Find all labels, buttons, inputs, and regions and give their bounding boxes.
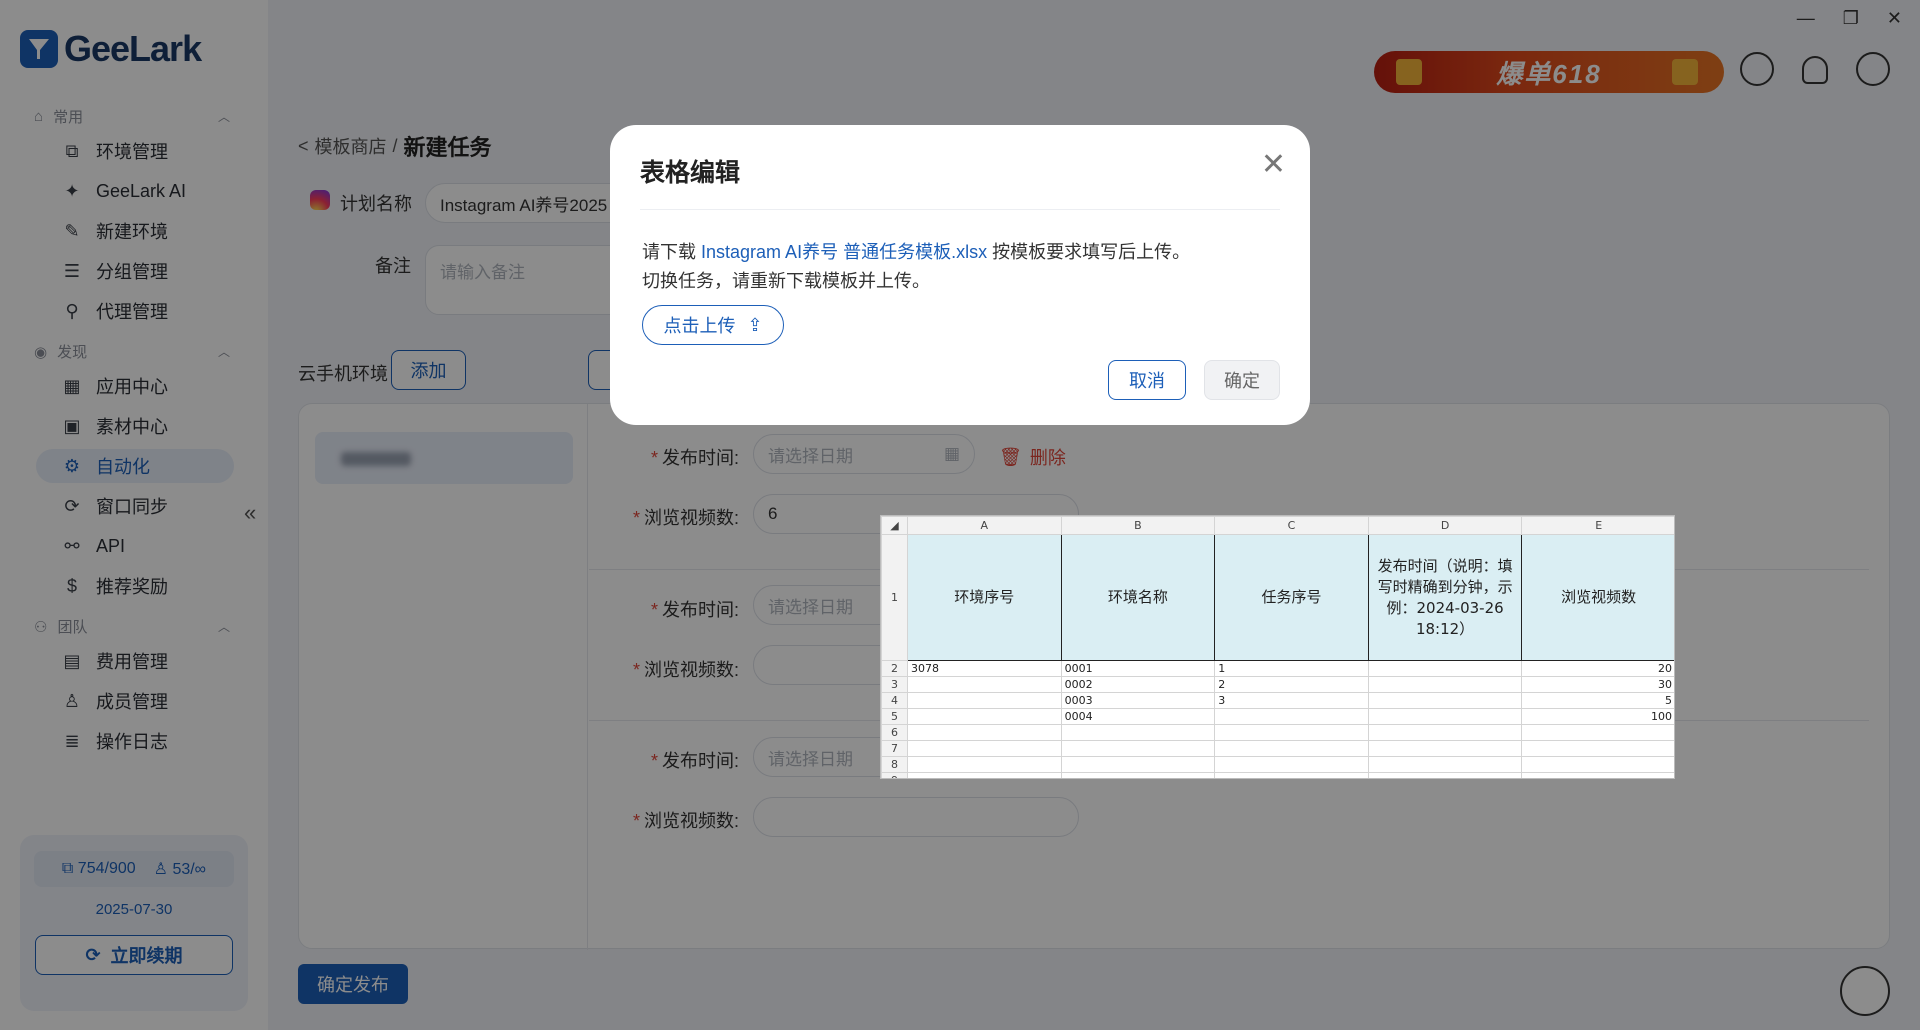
column-header: E: [1521, 516, 1674, 535]
row-number: 6: [881, 724, 908, 741]
cell: 20: [1521, 660, 1674, 677]
download-instruction: 请下载 Instagram AI养号 普通任务模板.xlsx 按模板要求填写后上…: [642, 238, 1190, 264]
cell: [907, 708, 1062, 725]
cell: [1367, 772, 1523, 778]
divider: [640, 209, 1280, 210]
row-number: 5: [881, 708, 908, 725]
cell: [1367, 756, 1523, 773]
table-row: 4 0003 3 5: [881, 692, 1674, 709]
cell: 100: [1521, 708, 1674, 725]
cell: 0004: [1060, 708, 1216, 725]
upload-button[interactable]: 点击上传 ⇪: [642, 305, 784, 345]
cell: [1367, 660, 1523, 677]
cell: 0001: [1060, 660, 1216, 677]
cell: [1367, 724, 1523, 741]
cell: [1214, 724, 1369, 741]
row-number: 9: [881, 772, 908, 778]
cell: [1214, 772, 1369, 778]
cell: [1060, 740, 1216, 757]
column-header: A: [907, 516, 1062, 535]
header-cell: 发布时间（说明：填写时精确到分钟，示例：2024-03-26 18:12）: [1367, 534, 1523, 661]
cell: [907, 772, 1062, 778]
upload-icon: ⇪: [747, 314, 763, 335]
cell: 0003: [1060, 692, 1216, 709]
cell: [1214, 740, 1369, 757]
row-number: 4: [881, 692, 908, 709]
close-icon[interactable]: ✕: [1261, 147, 1286, 182]
cell: 5: [1521, 692, 1674, 709]
cell: [1214, 708, 1369, 725]
table-row: 9: [881, 772, 1674, 778]
cell: [1521, 756, 1674, 773]
instruction-prefix: 请下载: [642, 242, 696, 262]
cell: [907, 676, 1062, 693]
header-cell: 环境名称: [1060, 534, 1216, 661]
cell: 3078: [907, 660, 1062, 677]
cell: [1060, 772, 1216, 778]
switch-task-hint: 切换任务，请重新下载模板并上传。: [642, 271, 930, 291]
table-row: 7: [881, 740, 1674, 757]
cell: [1367, 692, 1523, 709]
cell: [1060, 756, 1216, 773]
cell: 2: [1214, 676, 1369, 693]
table-edit-dialog: 表格编辑 ✕ 请下载 Instagram AI养号 普通任务模板.xlsx 按模…: [610, 125, 1310, 425]
cell: [1367, 708, 1523, 725]
header-cell: 浏览视频数: [1521, 534, 1674, 661]
cell: [1367, 740, 1523, 757]
cell: [907, 724, 1062, 741]
dialog-title: 表格编辑: [640, 159, 741, 187]
instruction-suffix: 按模板要求填写后上传。: [992, 242, 1191, 262]
column-header: B: [1060, 516, 1216, 535]
cell: [1214, 756, 1369, 773]
row-number: 2: [881, 660, 908, 677]
cell: 30: [1521, 676, 1674, 693]
upload-label: 点击上传: [663, 316, 736, 336]
table-row: 2 3078 0001 1 20: [881, 660, 1674, 677]
cell: [1521, 740, 1674, 757]
table-row: 5 0004 100: [881, 708, 1674, 725]
cell: [1521, 772, 1674, 778]
column-header: D: [1367, 516, 1523, 535]
row-number: 1: [881, 534, 908, 661]
column-header-row: ◢ A B C D E: [881, 516, 1674, 535]
table-row: 6: [881, 724, 1674, 741]
header-cell: 任务序号: [1214, 534, 1369, 661]
cell: [1367, 676, 1523, 693]
template-download-link[interactable]: Instagram AI养号 普通任务模板.xlsx: [701, 242, 987, 262]
template-spreadsheet-preview: ◢ A B C D E 1 环境序号 环境名称 任务序号 发布时间（说明：填写时…: [880, 515, 1675, 779]
table-row: 8: [881, 756, 1674, 773]
cell: 1: [1214, 660, 1369, 677]
cell: 0002: [1060, 676, 1216, 693]
column-header: C: [1214, 516, 1369, 535]
cell: [907, 740, 1062, 757]
table-header-row: 1 环境序号 环境名称 任务序号 发布时间（说明：填写时精确到分钟，示例：202…: [881, 534, 1674, 661]
row-number: 7: [881, 740, 908, 757]
cancel-button[interactable]: 取消: [1108, 360, 1186, 400]
cell: 3: [1214, 692, 1369, 709]
header-cell: 环境序号: [907, 534, 1062, 661]
cell: [1521, 724, 1674, 741]
cell: [907, 692, 1062, 709]
corner-cell: ◢: [881, 516, 908, 535]
row-number: 3: [881, 676, 908, 693]
cell: [1060, 724, 1216, 741]
confirm-button[interactable]: 确定: [1204, 360, 1280, 400]
cell: [907, 756, 1062, 773]
row-number: 8: [881, 756, 908, 773]
table-row: 3 0002 2 30: [881, 676, 1674, 693]
spreadsheet-table: ◢ A B C D E 1 环境序号 环境名称 任务序号 发布时间（说明：填写时…: [881, 516, 1674, 778]
